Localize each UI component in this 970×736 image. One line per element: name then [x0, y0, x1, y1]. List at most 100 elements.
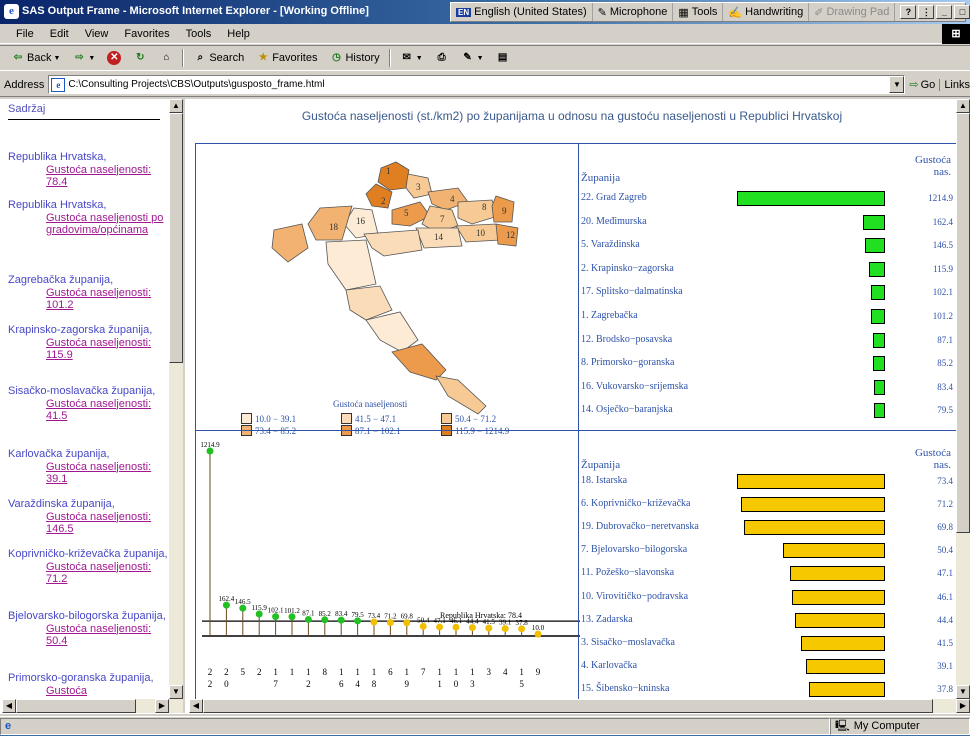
ranking-bar	[783, 543, 885, 559]
toc-item-link[interactable]: Gustoća naseljenosti: 101.2	[46, 287, 170, 312]
history-button[interactable]: ◷ History	[326, 50, 382, 66]
scroll-thumb[interactable]	[169, 113, 183, 363]
ranking-value: 39.1	[937, 660, 953, 671]
maximize-button[interactable]: □	[954, 5, 970, 19]
toc-item-link[interactable]: Gustoća naseljenosti: 71.2	[46, 561, 170, 586]
ranking-county-label: 22. Grad Zagreb	[581, 192, 647, 203]
reference-annotation: Republika Hrvatska: 78.4	[440, 611, 522, 620]
toc-vertical-scrollbar[interactable]: ▲ ▼	[169, 99, 183, 699]
point-label: 101.2	[284, 607, 300, 615]
scroll-thumb[interactable]	[203, 699, 933, 713]
category-tick-label: 9	[536, 667, 541, 677]
standard-toolbar: ⇦ Back ▼ ⇨ ▼ ✕ ↻ ⌂ ⌕ Search ★ Favorites ◷ Hist…	[0, 45, 970, 71]
legend-label: 50.4 − 71.2	[455, 413, 497, 424]
toc-item-link[interactable]: Gustoća naseljenosti: 78.4	[46, 164, 170, 189]
address-url: C:\Consulting Projects\CBS\Outputs\guspo…	[68, 79, 325, 90]
language-label: English (United States)	[474, 6, 587, 18]
favorites-label: Favorites	[272, 52, 318, 64]
favorites-button[interactable]: ★ Favorites	[253, 50, 320, 66]
minimize-button[interactable]: _	[936, 5, 953, 19]
toc-item-link[interactable]: Gustoća naseljenosti: 146.5	[46, 511, 170, 536]
discuss-button[interactable]: ▤	[493, 50, 513, 66]
address-input[interactable]: e C:\Consulting Projects\CBS\Outputs\gus…	[48, 75, 906, 94]
forward-button[interactable]: ⇨ ▼	[69, 50, 98, 66]
go-button[interactable]: ⇨ Go	[909, 78, 935, 92]
scroll-up-button[interactable]: ▲	[956, 99, 970, 113]
scroll-right-button[interactable]: ▶	[155, 699, 169, 713]
print-button[interactable]: ⎙	[432, 50, 452, 66]
category-tick-label: 4	[503, 667, 508, 677]
tools-button[interactable]: ▦ Tools	[673, 3, 724, 21]
scroll-thumb[interactable]	[16, 699, 136, 713]
home-button[interactable]: ⌂	[156, 50, 176, 66]
scroll-down-button[interactable]: ▼	[956, 685, 970, 699]
toc-item-link[interactable]: Gustoća naseljenosti: 115.9	[46, 337, 170, 362]
drawing-pad-button[interactable]: ✐ Drawing Pad	[809, 3, 896, 21]
map-region-number: 14	[434, 232, 444, 242]
toc-item-link[interactable]: Gustoća naseljenosti: 50.4	[46, 623, 170, 648]
map-region-number: 8	[482, 202, 487, 212]
handwriting-button[interactable]: ✍ Handwriting	[723, 3, 810, 21]
menu-help[interactable]: Help	[219, 28, 258, 40]
menu-view[interactable]: View	[77, 28, 117, 40]
microphone-button[interactable]: ✎ Microphone	[593, 3, 674, 21]
toc-horizontal-scrollbar[interactable]: ◀ ▶	[2, 699, 183, 713]
ranking-value: 101.2	[932, 311, 953, 321]
scroll-down-button[interactable]: ▼	[169, 685, 183, 699]
toc-item-link[interactable]: Gustoća naseljenosti po gradovima/općina…	[46, 212, 170, 237]
search-icon: ⌕	[197, 52, 204, 63]
refresh-button[interactable]: ↻	[130, 50, 150, 66]
point-label: 1214.9	[200, 441, 220, 449]
help-button[interactable]: ?	[900, 5, 917, 19]
toolbar-separator	[182, 49, 185, 67]
report-horizontal-scrollbar[interactable]: ◀ ▶	[189, 699, 970, 713]
edit-button[interactable]: ✎ ▼	[458, 50, 487, 66]
ranking-value: 83.4	[937, 381, 953, 392]
ranking-value: 73.4	[937, 476, 953, 486]
menu-edit[interactable]: Edit	[42, 28, 77, 40]
scroll-right-button[interactable]: ▶	[956, 699, 970, 713]
category-tick-label-2: 1	[437, 679, 442, 689]
toc-item-link[interactable]: Gustoća naseljenosti: 41.5	[46, 398, 170, 423]
scroll-left-button[interactable]: ◀	[189, 699, 203, 713]
point-label: 71.2	[384, 612, 397, 620]
toc-item-title: Republika Hrvatska,	[8, 199, 107, 211]
legend-label: 10.0 − 39.1	[255, 413, 297, 424]
toc-item-link[interactable]: Gustoća	[46, 685, 170, 698]
report-vertical-scrollbar[interactable]: ▲ ▼	[956, 99, 970, 699]
home-icon: ⌂	[163, 52, 170, 63]
ie-icon: e	[4, 4, 19, 19]
scroll-up-button[interactable]: ▲	[169, 99, 183, 113]
ranking-bar	[871, 285, 885, 301]
back-button[interactable]: ⇦ Back ▼	[8, 50, 63, 66]
scroll-left-button[interactable]: ◀	[2, 699, 16, 713]
address-dropdown-button[interactable]: ▼	[889, 76, 905, 93]
mail-button[interactable]: ✉ ▼	[397, 50, 426, 66]
ranking-bar	[865, 238, 885, 254]
category-tick-label: 2	[208, 667, 213, 677]
language-selector[interactable]: EN English (United States)	[451, 3, 593, 21]
legend-swatch	[341, 413, 352, 424]
map-region	[435, 375, 487, 415]
map-region-number: 18	[329, 222, 339, 232]
browser-window: e SAS Output Frame - Microsoft Internet …	[0, 0, 970, 735]
scroll-thumb[interactable]	[956, 113, 970, 533]
ranking-county-label: 8. Primorsko−goranska	[581, 357, 675, 369]
category-tick-label: 1	[454, 667, 459, 677]
menu-tools[interactable]: Tools	[178, 28, 220, 40]
langbar-options-button[interactable]: ⋮	[918, 5, 935, 19]
menu-file[interactable]: File	[8, 28, 42, 40]
menu-favorites[interactable]: Favorites	[116, 28, 177, 40]
links-button[interactable]: Links	[939, 78, 970, 91]
ranking-bar	[808, 681, 885, 697]
category-tick-label: 1	[355, 667, 360, 677]
forward-arrow-icon: ⇨	[75, 52, 84, 63]
toc-item-link[interactable]: Gustoća naseljenosti: 39.1	[46, 461, 170, 486]
ranking-value: 146.5	[932, 240, 953, 251]
page-title: Gustoća naseljenosti (st./km2) po župani…	[301, 109, 843, 123]
ranking-bar	[741, 497, 885, 513]
toc-item-title: Varaždinska županija,	[8, 498, 115, 510]
stop-button[interactable]: ✕	[104, 50, 124, 66]
search-button[interactable]: ⌕ Search	[190, 50, 247, 66]
category-tick-label-2: 2	[306, 679, 311, 689]
